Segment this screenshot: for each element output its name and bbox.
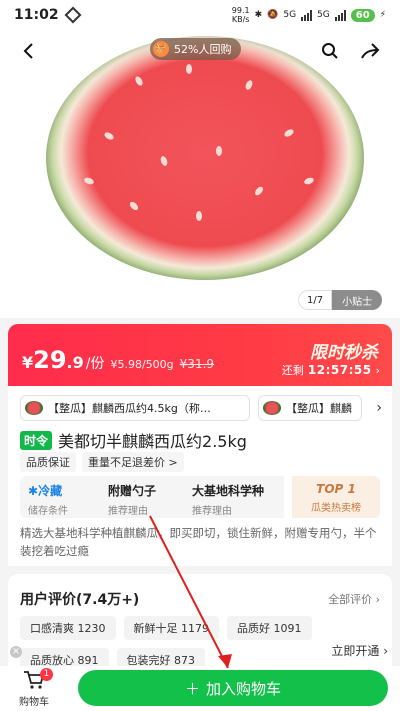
unit-price: ¥5.98/500g bbox=[110, 358, 174, 371]
chevron-right-icon: › bbox=[375, 363, 380, 377]
weight-refund[interactable]: 重量不足退差价 > bbox=[82, 452, 184, 472]
product-card: 【整瓜】麒麟西瓜约4.5kg（称… 【整瓜】麒麟 › 时令 美都切半麒麟西瓜约2… bbox=[8, 386, 392, 566]
product-title-row: 时令 美都切半麒麟西瓜约2.5kg bbox=[20, 428, 247, 452]
battery-indicator: 60 bbox=[350, 8, 375, 22]
reason-tile: 附赠勺子 推荐理由 bbox=[100, 476, 184, 518]
mute-icon: 🔕 bbox=[267, 10, 279, 20]
reviews-section: 用户评价(7.4万+) 全部评价 › 口感清爽 1230 新鲜十足 1179 品… bbox=[8, 574, 392, 674]
pager-count: 1/7 bbox=[298, 290, 333, 310]
share-button[interactable] bbox=[356, 37, 384, 65]
package-option[interactable]: 【整瓜】麒麟西瓜约4.5kg（称… bbox=[20, 395, 250, 421]
price-decimal: .9 bbox=[66, 353, 84, 372]
package-selector: 【整瓜】麒麟西瓜约4.5kg（称… 【整瓜】麒麟 bbox=[20, 395, 362, 421]
package-option[interactable]: 【整瓜】麒麟 bbox=[258, 395, 362, 421]
flash-sale-banner: ¥ 29 .9 /份 ¥5.98/500g ¥31.9 限时秒杀 还剩 12:5… bbox=[8, 324, 392, 386]
original-price: ¥31.9 bbox=[179, 357, 215, 371]
review-tag[interactable]: 品质好 1091 bbox=[227, 616, 312, 640]
watermelon-thumb-icon bbox=[25, 401, 43, 415]
net-speed: 99.1 KB/s bbox=[231, 6, 250, 24]
review-tag[interactable]: 新鲜十足 1179 bbox=[123, 616, 219, 640]
reviews-title: 用户评价(7.4万+) bbox=[20, 592, 140, 608]
flash-sale-label: 限时秒杀 bbox=[310, 343, 378, 363]
vpn-icon bbox=[64, 6, 82, 24]
add-to-cart-button[interactable]: ＋ 加入购物车 bbox=[78, 670, 388, 706]
price-block: ¥ 29 .9 /份 ¥5.98/500g ¥31.9 bbox=[22, 346, 215, 374]
basket-icon: 🧺 bbox=[153, 41, 169, 57]
product-description: 精选大基地科学种植麒麟瓜，即买即切，锁住新鲜，附赠专用勺，半个装挖着吃过瘾 bbox=[20, 526, 377, 558]
feature-tiles: ✱冷藏 储存条件 附赠勺子 推荐理由 大基地科学种 推荐理由 TOP 1 瓜类热… bbox=[20, 476, 380, 518]
price-unit: /份 bbox=[85, 356, 105, 372]
countdown-timer: 12:57:55 bbox=[307, 363, 372, 377]
cart-count-badge: 1 bbox=[40, 668, 53, 681]
review-tag[interactable]: 口感清爽 1230 bbox=[20, 616, 116, 640]
guarantee-row[interactable]: 品质保证 重量不足退差价 > bbox=[20, 452, 184, 472]
cart-label: 购物车 bbox=[19, 697, 49, 708]
image-pager[interactable]: 1/7 小贴士 bbox=[298, 290, 383, 310]
reason-tile: 大基地科学种 推荐理由 bbox=[184, 476, 284, 518]
share-icon bbox=[361, 43, 380, 59]
network-label-a: 5G bbox=[283, 10, 297, 20]
watermelon-thumb-icon bbox=[263, 401, 281, 415]
close-icon[interactable]: ✕ bbox=[10, 646, 22, 658]
network-label-b: 5G bbox=[317, 10, 330, 20]
chevron-left-icon bbox=[23, 43, 33, 59]
tips-tab[interactable]: 小贴士 bbox=[332, 290, 383, 310]
signal-icon-2 bbox=[334, 9, 346, 21]
status-bar: 11:02 99.1 KB/s ✱ 🔕 5G 5G 60 ⚡ bbox=[0, 0, 400, 30]
all-reviews-link[interactable]: 全部评价 › bbox=[328, 591, 380, 607]
cart-button[interactable]: 1 购物车 bbox=[14, 668, 54, 708]
snowflake-icon: ✱ bbox=[28, 484, 39, 498]
search-icon bbox=[322, 43, 338, 59]
storage-tile: ✱冷藏 储存条件 bbox=[20, 476, 100, 518]
search-button[interactable] bbox=[316, 37, 344, 65]
product-title: 美都切半麒麟西瓜约2.5kg bbox=[58, 432, 247, 451]
price-integer: 29 bbox=[33, 346, 67, 374]
watermelon-image bbox=[46, 36, 364, 280]
quality-guarantee: 品质保证 bbox=[20, 452, 76, 472]
bluetooth-icon: ✱ bbox=[254, 10, 263, 20]
back-button[interactable] bbox=[14, 37, 42, 65]
signal-icon bbox=[301, 9, 313, 21]
plus-icon: ＋ bbox=[184, 679, 200, 698]
open-now-link[interactable]: 立即开通 › bbox=[331, 642, 388, 659]
product-image-area[interactable]: 11:02 99.1 KB/s ✱ 🔕 5G 5G 60 ⚡ 🧺 52%人回购 … bbox=[0, 0, 400, 318]
chevron-right-icon[interactable]: › bbox=[376, 400, 382, 416]
repurchase-badge: 🧺 52%人回购 bbox=[150, 38, 242, 60]
charging-icon: ⚡ bbox=[379, 10, 386, 20]
countdown: 还剩 12:57:55 › bbox=[281, 363, 380, 377]
top-rank-badge[interactable]: TOP 1 瓜类热卖榜 bbox=[292, 476, 380, 518]
season-tag: 时令 bbox=[20, 430, 53, 450]
status-time: 11:02 bbox=[14, 7, 59, 23]
